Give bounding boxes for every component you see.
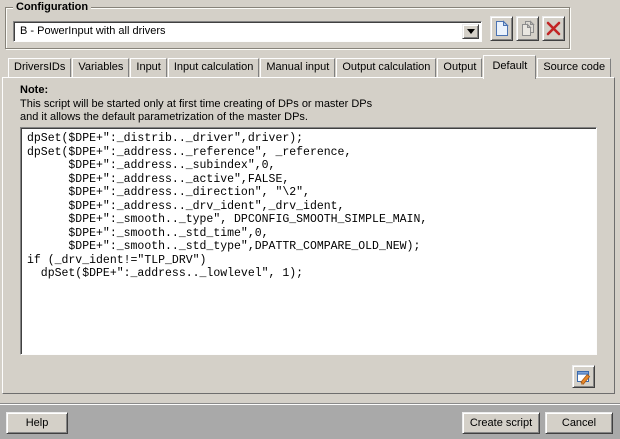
tab-variables[interactable]: Variables — [72, 58, 129, 77]
tab-manual-input[interactable]: Manual input — [260, 58, 335, 77]
tab-output-calculation[interactable]: Output calculation — [336, 58, 436, 77]
default-tab-panel: Note: This script will be started only a… — [2, 77, 615, 394]
tab-input-calculation[interactable]: Input calculation — [168, 58, 260, 77]
copy-document-icon — [520, 20, 536, 37]
bottom-button-bar: Help Create script Cancel — [0, 404, 620, 439]
tab-input[interactable]: Input — [130, 58, 166, 77]
delete-x-icon — [546, 21, 561, 36]
copy-config-button[interactable] — [516, 16, 539, 41]
delete-config-button[interactable] — [542, 16, 565, 41]
tab-default[interactable]: Default — [483, 55, 536, 79]
configuration-group-label: Configuration — [13, 1, 91, 13]
edit-note-icon — [576, 369, 592, 385]
tab-driversids[interactable]: DriversIDs — [8, 58, 71, 77]
script-code-text[interactable]: dpSet($DPE+":_distrib.._driver",driver);… — [21, 128, 596, 281]
edit-script-button[interactable] — [572, 365, 595, 388]
new-document-icon — [495, 20, 509, 37]
tab-bar: DriversIDs Variables Input Input calcula… — [8, 55, 612, 77]
note-title: Note: — [20, 84, 372, 97]
script-editor[interactable]: dpSet($DPE+":_distrib.._driver",driver);… — [20, 127, 597, 355]
configuration-dialog: { "configuration": { "group_label": "Con… — [0, 0, 620, 439]
chevron-down-icon — [467, 29, 475, 34]
note-line-2: and it allows the default parametrizatio… — [20, 111, 372, 124]
cancel-button[interactable]: Cancel — [545, 412, 613, 434]
configuration-combobox[interactable]: B - PowerInput with all drivers — [13, 21, 482, 42]
help-button[interactable]: Help — [6, 412, 68, 434]
note-line-1: This script will be started only at firs… — [20, 98, 372, 111]
new-config-button[interactable] — [490, 16, 513, 41]
tab-output[interactable]: Output — [437, 58, 482, 77]
tab-source-code[interactable]: Source code — [537, 58, 611, 77]
create-script-button[interactable]: Create script — [462, 412, 540, 434]
combo-dropdown-button[interactable] — [462, 24, 479, 39]
configuration-selected-value: B - PowerInput with all drivers — [20, 25, 166, 37]
note-block: Note: This script will be started only a… — [20, 84, 372, 124]
